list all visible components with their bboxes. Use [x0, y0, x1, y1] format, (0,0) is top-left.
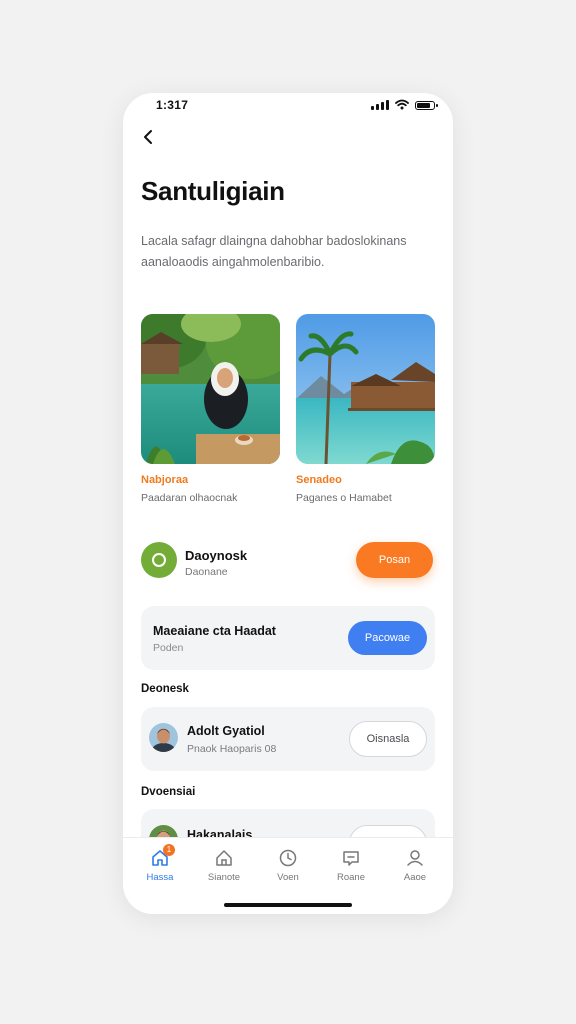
tab-label: Voen	[277, 872, 299, 883]
cellular-signal-icon	[371, 100, 389, 110]
chevron-left-icon	[144, 130, 152, 144]
home-indicator	[224, 903, 352, 907]
destination-card[interactable]: Senadeo Paganes o Hamabet	[296, 314, 435, 504]
tab-label: Hassa	[146, 872, 174, 883]
section-heading: Deonesk	[141, 683, 189, 695]
destination-name: Nabjoraa	[141, 474, 189, 486]
featured-title: Daoynosk	[185, 548, 248, 563]
back-button[interactable]	[138, 125, 158, 149]
person-name: Adolt Gyatiol	[187, 724, 265, 738]
tab-label: Roane	[337, 872, 365, 883]
house-outline-icon	[216, 850, 232, 866]
person-action-button[interactable]: Oisnasla	[349, 721, 427, 757]
promo-title: Maeaiane cta Haadat	[153, 624, 276, 638]
person-detail: Pnaok Haoparis 08	[187, 743, 277, 755]
promo-card: Maeaiane cta Haadat Poden Pacowae	[141, 606, 435, 670]
person-icon	[407, 850, 423, 866]
section-heading: Dvoensiai	[141, 786, 196, 798]
person-card[interactable]: Adolt Gyatiol Pnaok Haoparis 08 Oisnasla	[141, 707, 435, 771]
tab-profile[interactable]: Aaoe	[388, 848, 442, 883]
tab-explore[interactable]: Sianote	[197, 848, 251, 883]
promo-subtitle: Poden	[153, 642, 184, 654]
status-time: 1:317	[156, 98, 189, 112]
status-icons	[371, 99, 438, 110]
wifi-icon	[395, 99, 409, 110]
destination-photo-lagoon	[141, 314, 280, 464]
featured-row: Daoynosk Daonane Posan	[141, 541, 433, 581]
tab-badge: 1	[163, 844, 175, 856]
clock-icon	[279, 849, 297, 867]
tab-label: Aaoe	[403, 872, 427, 883]
person-avatar	[149, 723, 178, 752]
tab-label: Sianote	[207, 872, 241, 883]
phone-screen: 1:317 Santuligiain Lacala safagr dlaingn…	[123, 93, 453, 914]
featured-action-button[interactable]: Posan	[356, 542, 433, 578]
battery-icon	[415, 101, 438, 110]
destination-subtitle: Paadaran olhaocnak	[141, 492, 238, 504]
chat-bubble-icon	[343, 851, 359, 866]
destination-subtitle: Paganes o Hamabet	[296, 492, 392, 504]
status-bar: 1:317	[123, 93, 453, 117]
tab-history[interactable]: Voen	[261, 848, 315, 883]
circle-avatar-icon	[141, 542, 177, 578]
promo-action-button[interactable]: Pacowae	[348, 621, 427, 655]
featured-subtitle: Daonane	[185, 566, 228, 578]
page-title: Santuligiain	[141, 176, 285, 206]
bottom-tab-bar: 1 Hassa Sianote Voen Roane Aaoe	[123, 837, 453, 914]
destination-card[interactable]: Nabjoraa Paadaran olhaocnak	[141, 314, 280, 504]
page-description: Lacala safagr dlaingna dahobhar badoslok…	[141, 234, 407, 269]
destination-photo-beach	[296, 314, 435, 464]
tab-home[interactable]: 1 Hassa	[133, 844, 187, 883]
destination-name: Senadeo	[296, 474, 342, 486]
tab-messages[interactable]: Roane	[324, 848, 378, 883]
